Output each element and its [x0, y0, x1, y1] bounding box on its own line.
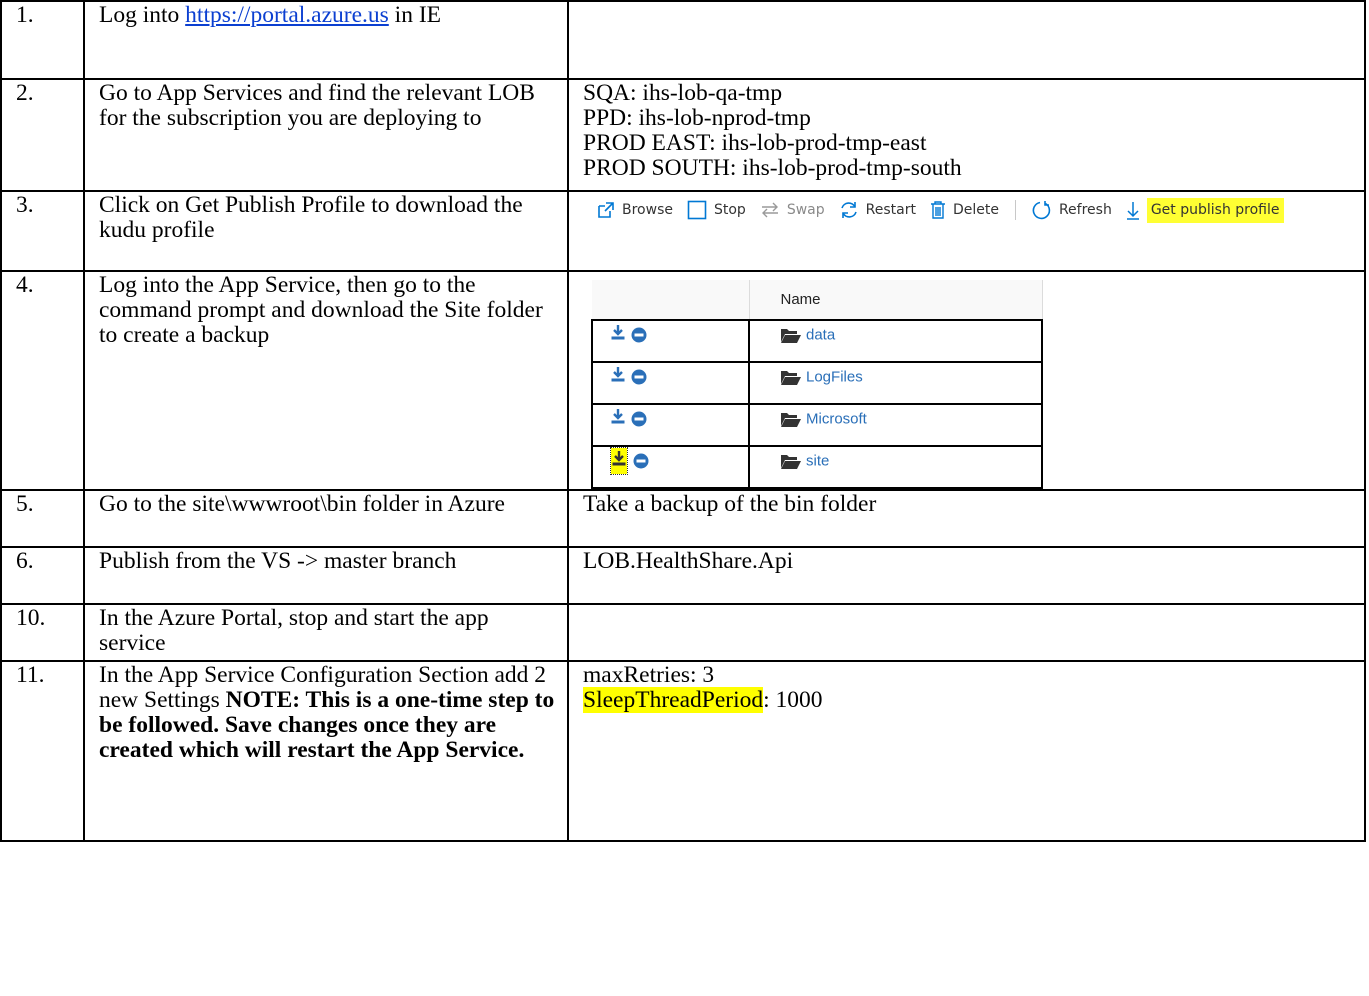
deployment-steps-table: 1. Log into https://portal.azure.us in I…: [0, 0, 1366, 842]
browse-button[interactable]: Browse: [597, 198, 673, 223]
table-row: 4. Log into the App Service, then go to …: [0, 270, 1366, 491]
step-note: LOB.HealthShare.Api: [567, 546, 1366, 605]
step-number: 2.: [0, 78, 85, 192]
list-item: site: [591, 445, 1043, 488]
step-note: SQA: ihs-lob-qa-tmp PPD: ihs-lob-nprod-t…: [567, 78, 1366, 192]
document-page: 1. Log into https://portal.azure.us in I…: [0, 0, 1366, 842]
trash-icon: [930, 201, 945, 219]
env-ppd: PPD: ihs-lob-nprod-tmp: [583, 105, 811, 131]
table-row: 5. Go to the site\wwwroot\bin folder in …: [0, 489, 1366, 548]
external-link-icon: [598, 202, 614, 218]
step-description: In the Azure Portal, stop and start the …: [83, 603, 569, 662]
toolbar-divider: [1014, 200, 1016, 220]
step-description: Click on Get Publish Profile to download…: [83, 190, 569, 272]
step-number: 11.: [0, 660, 85, 842]
step-description: Log into https://portal.azure.us in IE: [83, 0, 569, 80]
delete-button[interactable]: Delete: [930, 198, 999, 223]
setting-max-retries: maxRetries: 3: [583, 662, 715, 688]
table-row: 3. Click on Get Publish Profile to downl…: [0, 190, 1366, 272]
step-description: Publish from the VS -> master branch: [83, 546, 569, 605]
stop-button[interactable]: Stop: [687, 198, 746, 223]
swap-button[interactable]: Swap: [760, 198, 825, 223]
step-description: Go to the site\wwwroot\bin folder in Azu…: [83, 489, 569, 548]
delete-circle-icon[interactable]: [631, 327, 647, 343]
step-description: Log into the App Service, then go to the…: [83, 270, 569, 491]
step-number: 6.: [0, 546, 85, 605]
step-description: In the App Service Configuration Section…: [83, 660, 569, 842]
step-number: 1.: [0, 0, 85, 80]
list-item: data: [591, 319, 1043, 363]
step-note: Browse Stop Swap Restart Delete Refresh …: [567, 190, 1366, 272]
table-row: 10. In the Azure Portal, stop and start …: [0, 603, 1366, 662]
table-row: 2. Go to App Services and find the relev…: [0, 78, 1366, 192]
step-number: 10.: [0, 603, 85, 662]
setting-sleep-thread-period: SleepThreadPeriod: 1000: [583, 687, 823, 713]
azure-portal-link[interactable]: https://portal.azure.us: [185, 3, 389, 28]
step-note: maxRetries: 3 SleepThreadPeriod: 1000: [567, 660, 1366, 842]
folder-open-icon: [781, 412, 801, 427]
download-icon[interactable]: [611, 365, 625, 390]
table-row: 6. Publish from the VS -> master branch …: [0, 546, 1366, 605]
folder-link[interactable]: data: [748, 319, 1043, 363]
restart-button[interactable]: Restart: [839, 198, 916, 223]
list-item: LogFiles: [591, 361, 1043, 405]
delete-circle-icon[interactable]: [633, 453, 649, 469]
env-prod-south: PROD SOUTH: ihs-lob-prod-tmp-south: [583, 155, 962, 181]
table-row: 1. Log into https://portal.azure.us in I…: [0, 0, 1366, 80]
delete-circle-icon[interactable]: [631, 411, 647, 427]
folder-link[interactable]: site: [748, 445, 1043, 488]
step-number: 3.: [0, 190, 85, 272]
download-icon[interactable]: [611, 323, 625, 348]
get-publish-profile-button[interactable]: Get publish profile: [1126, 197, 1284, 223]
env-sqa: SQA: ihs-lob-qa-tmp: [583, 80, 783, 106]
restart-icon: [840, 202, 857, 218]
refresh-icon: [1032, 201, 1051, 220]
folder-open-icon: [781, 370, 801, 385]
step-note: [567, 0, 1366, 80]
azure-app-service-toolbar: Browse Stop Swap Restart Delete Refresh …: [571, 193, 1361, 226]
list-item: Microsoft: [591, 403, 1043, 447]
folder-open-icon: [781, 454, 801, 469]
step-description: Go to App Services and find the relevant…: [83, 78, 569, 192]
folder-open-icon: [781, 328, 801, 343]
env-prod-east: PROD EAST: ihs-lob-prod-tmp-east: [583, 130, 927, 156]
step-note: Name data LogFiles Microsoft site: [567, 270, 1366, 491]
stop-icon: [687, 200, 707, 220]
download-arrow-icon: [1126, 202, 1139, 220]
actions-header: [592, 280, 750, 321]
folder-link[interactable]: Microsoft: [748, 403, 1043, 447]
swap-icon: [761, 202, 778, 218]
step-number: 5.: [0, 489, 85, 548]
step-note: Take a backup of the bin folder: [567, 489, 1366, 548]
refresh-button[interactable]: Refresh: [1032, 198, 1112, 223]
download-icon[interactable]: [611, 407, 625, 432]
download-icon[interactable]: [610, 448, 628, 476]
step-note: [567, 603, 1366, 662]
folder-link[interactable]: LogFiles: [748, 361, 1043, 405]
name-column-header: Name: [749, 280, 1043, 321]
kudu-file-list: Name data LogFiles Microsoft site: [591, 280, 1043, 488]
delete-circle-icon[interactable]: [631, 369, 647, 385]
step-number: 4.: [0, 270, 85, 491]
table-row: 11. In the App Service Configuration Sec…: [0, 660, 1366, 842]
